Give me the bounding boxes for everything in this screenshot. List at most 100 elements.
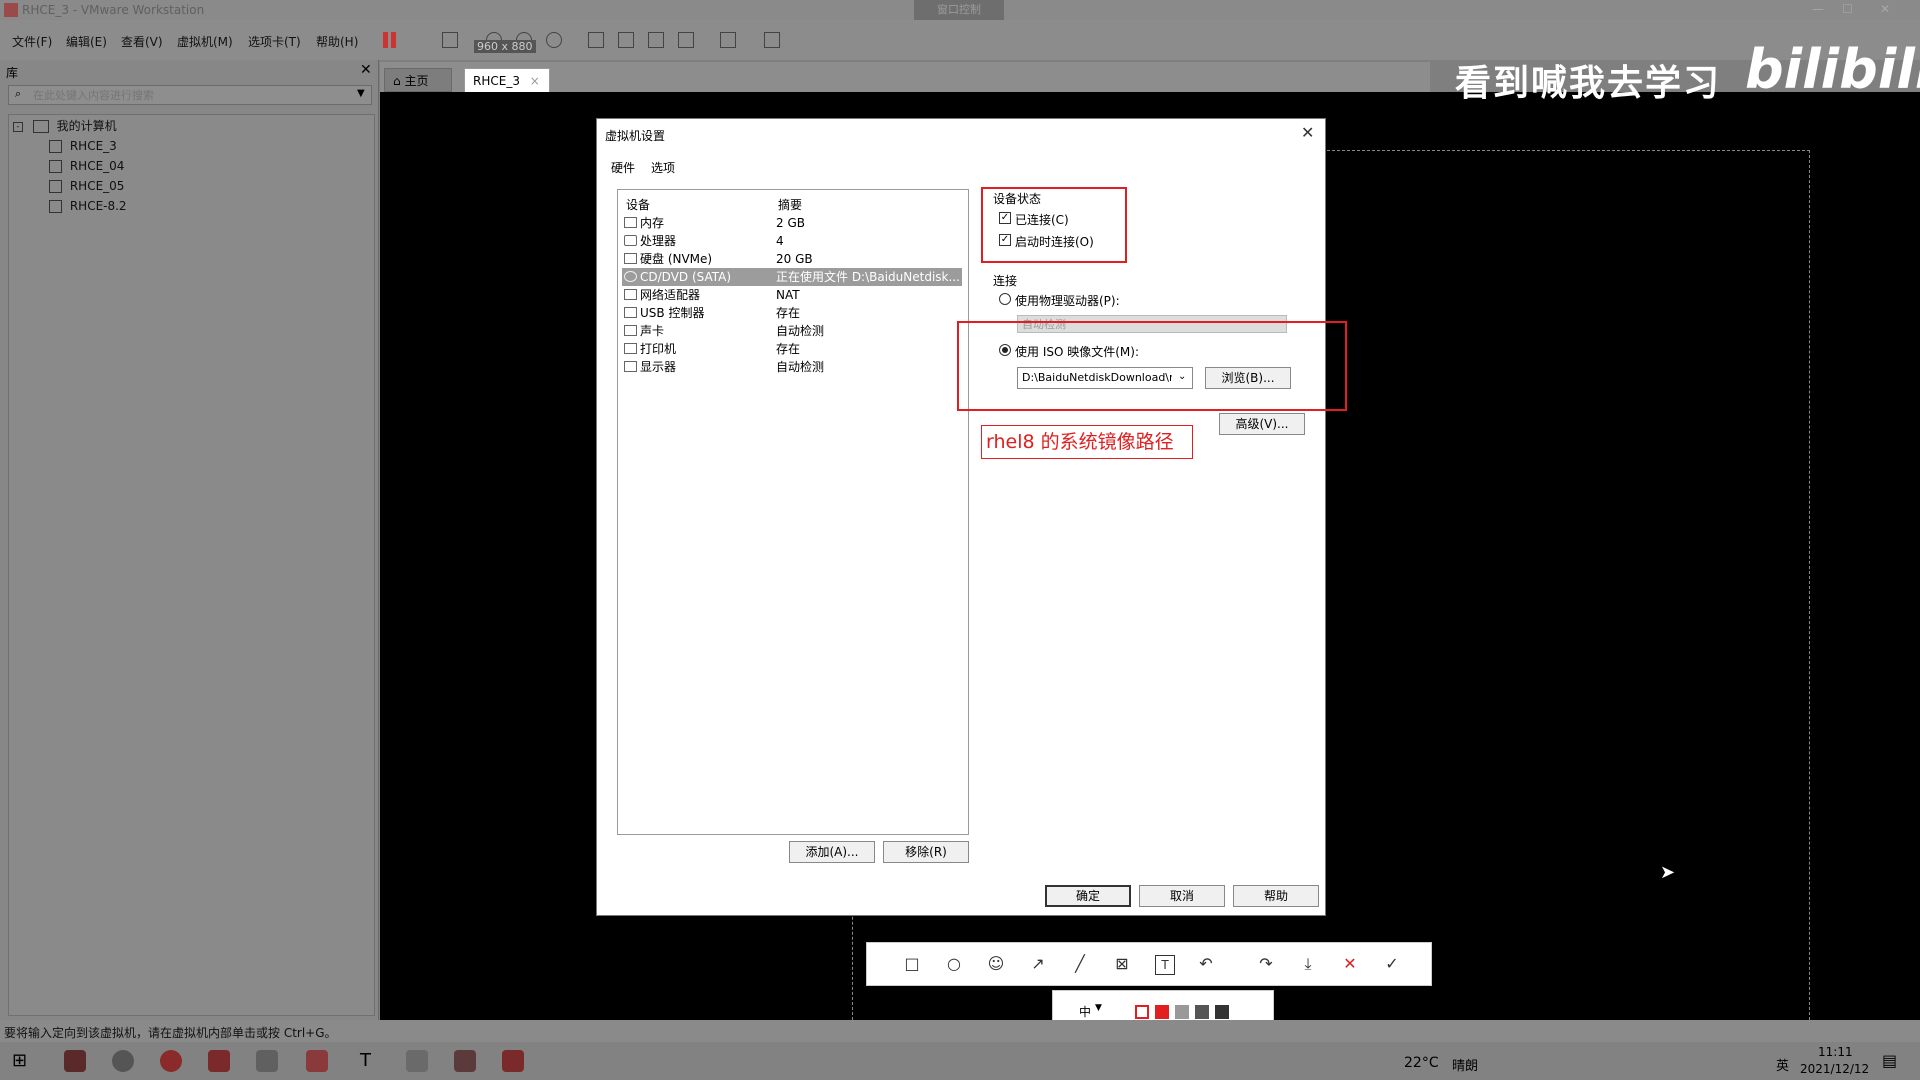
notification-icon[interactable]: ▤ bbox=[1882, 1051, 1897, 1070]
use-physical-radio[interactable] bbox=[999, 293, 1011, 305]
tab-hardware[interactable]: 硬件 bbox=[611, 159, 635, 176]
device-row-display[interactable]: 显示器 自动检测 bbox=[622, 358, 962, 376]
fullscreen-icon[interactable] bbox=[648, 32, 664, 48]
menu-tabs[interactable]: 选项卡(T) bbox=[248, 33, 301, 50]
device-row-disk[interactable]: 硬盘 (NVMe) 20 GB bbox=[622, 250, 962, 268]
color-swatch-selected[interactable] bbox=[1135, 1005, 1149, 1019]
taskbar-vmware-icon[interactable] bbox=[502, 1050, 524, 1072]
tab-home[interactable]: ⌂ 主页 bbox=[384, 68, 452, 92]
device-summary: 自动检测 bbox=[776, 324, 825, 338]
taskbar-temperature[interactable]: 22°C bbox=[1404, 1055, 1439, 1071]
arrow-tool-icon[interactable]: ↗ bbox=[1029, 955, 1047, 973]
close-window-icon[interactable]: ✕ bbox=[1880, 2, 1890, 16]
snapshot-manager-icon[interactable] bbox=[546, 32, 562, 48]
color-swatch-black[interactable] bbox=[1215, 1005, 1229, 1019]
stretch-view-icon[interactable] bbox=[764, 32, 780, 48]
color-swatch-darkgray[interactable] bbox=[1195, 1005, 1209, 1019]
device-row-sound[interactable]: 声卡 自动检测 bbox=[622, 322, 962, 340]
taskbar-chrome-icon[interactable] bbox=[160, 1050, 182, 1072]
menu-help[interactable]: 帮助(H) bbox=[316, 33, 358, 50]
chevron-down-icon[interactable]: ▼ bbox=[357, 88, 365, 99]
device-row-printer[interactable]: 打印机 存在 bbox=[622, 340, 962, 358]
device-row-memory[interactable]: 内存 2 GB bbox=[622, 214, 962, 232]
tree-item-label: RHCE-8.2 bbox=[69, 199, 127, 213]
confirm-capture-icon[interactable]: ✓ bbox=[1383, 955, 1401, 973]
add-button[interactable]: 添加(A)... bbox=[789, 841, 875, 863]
thumbnail-view-icon[interactable] bbox=[618, 32, 634, 48]
window-control-tab[interactable]: 窗口控制 bbox=[914, 0, 1004, 20]
home-icon: ⌂ bbox=[393, 74, 401, 88]
taskbar-date[interactable]: 2021/12/12 bbox=[1800, 1062, 1869, 1076]
menu-file[interactable]: 文件(F) bbox=[12, 33, 52, 50]
tree-item-label: RHCE_3 bbox=[69, 139, 117, 153]
taskbar-app-icon[interactable] bbox=[64, 1050, 86, 1072]
close-tab-icon[interactable]: × bbox=[530, 74, 540, 88]
menu-edit[interactable]: 编辑(E) bbox=[66, 33, 107, 50]
unity-icon[interactable] bbox=[678, 32, 694, 48]
taskbar-typora-icon[interactable]: T bbox=[360, 1050, 371, 1071]
tree-item-rhce82[interactable]: RHCE-8.2 bbox=[49, 197, 127, 215]
cancel-capture-icon[interactable]: ✕ bbox=[1341, 955, 1359, 973]
library-search[interactable]: ⌕ ▼ bbox=[8, 85, 372, 105]
taskbar-weather[interactable]: 晴朗 bbox=[1452, 1055, 1478, 1074]
menu-view[interactable]: 查看(V) bbox=[121, 33, 163, 50]
minimize-icon[interactable]: — bbox=[1812, 2, 1824, 16]
taskbar-time[interactable]: 11:11 bbox=[1818, 1045, 1853, 1059]
windows-start-icon[interactable]: ⊞ bbox=[12, 1050, 27, 1071]
close-dialog-icon[interactable]: ✕ bbox=[1301, 123, 1314, 142]
device-name: USB 控制器 bbox=[640, 306, 705, 320]
library-view-icon[interactable] bbox=[588, 32, 604, 48]
device-row-cdrom[interactable]: CD/DVD (SATA) 正在使用文件 D:\BaiduNetdisk... bbox=[622, 268, 962, 286]
color-swatch-red[interactable] bbox=[1155, 1005, 1169, 1019]
library-search-input[interactable] bbox=[31, 87, 355, 103]
device-row-usb[interactable]: USB 控制器 存在 bbox=[622, 304, 962, 322]
taskbar-browser-icon[interactable] bbox=[112, 1050, 134, 1072]
cd-icon bbox=[624, 271, 637, 282]
rectangle-tool-icon[interactable]: □ bbox=[903, 955, 921, 973]
device-row-cpu[interactable]: 处理器 4 bbox=[622, 232, 962, 250]
pause-icon[interactable] bbox=[383, 32, 388, 48]
collapse-icon[interactable]: - bbox=[13, 121, 23, 132]
taskbar-app-icon[interactable] bbox=[256, 1050, 278, 1072]
tree-item-rhce3[interactable]: RHCE_3 bbox=[49, 137, 117, 155]
mosaic-tool-icon[interactable]: ⊠ bbox=[1113, 955, 1131, 973]
taskbar-app-icon[interactable] bbox=[406, 1050, 428, 1072]
close-library-icon[interactable]: ✕ bbox=[360, 62, 372, 78]
device-name: 网络适配器 bbox=[640, 288, 701, 302]
share-icon[interactable]: ↷ bbox=[1257, 955, 1275, 973]
text-tool-icon[interactable]: T bbox=[1155, 955, 1175, 975]
color-swatch-gray[interactable] bbox=[1175, 1005, 1189, 1019]
tree-root[interactable]: - 我的计算机 bbox=[13, 117, 117, 135]
tree-item-rhce05[interactable]: RHCE_05 bbox=[49, 177, 124, 195]
maximize-icon[interactable]: ☐ bbox=[1842, 2, 1853, 16]
tab-vm-label: RHCE_3 bbox=[473, 74, 520, 88]
display-icon bbox=[624, 361, 637, 372]
console-icon[interactable] bbox=[720, 32, 736, 48]
remove-button[interactable]: 移除(R) bbox=[883, 841, 969, 863]
tab-options[interactable]: 选项 bbox=[651, 159, 675, 176]
undo-icon[interactable]: ↶ bbox=[1197, 955, 1215, 973]
font-size-select[interactable]: 中 bbox=[1079, 1003, 1091, 1020]
emoji-tool-icon[interactable]: ☺ bbox=[987, 955, 1005, 973]
taskbar-app-icon[interactable] bbox=[454, 1050, 476, 1072]
help-button[interactable]: 帮助 bbox=[1233, 885, 1319, 907]
tree-item-rhce04[interactable]: RHCE_04 bbox=[49, 157, 124, 175]
menu-vm[interactable]: 虚拟机(M) bbox=[177, 33, 233, 50]
tab-rhce3[interactable]: RHCE_3 × bbox=[464, 68, 550, 92]
library-panel: 库 ✕ ⌕ ▼ - 我的计算机 RHCE_3 RHCE_04 RHCE_05 R… bbox=[0, 60, 379, 1020]
memory-icon bbox=[624, 217, 637, 228]
pen-tool-icon[interactable]: ╱ bbox=[1071, 955, 1089, 973]
send-ctrl-alt-del-icon[interactable] bbox=[442, 32, 458, 48]
cancel-button[interactable]: 取消 bbox=[1139, 885, 1225, 907]
advanced-button[interactable]: 高级(V)... bbox=[1219, 413, 1305, 435]
ok-button[interactable]: 确定 bbox=[1045, 885, 1131, 907]
taskbar-app-icon[interactable] bbox=[208, 1050, 230, 1072]
taskbar-ime[interactable]: 英 bbox=[1776, 1055, 1789, 1074]
taskbar-app-icon[interactable] bbox=[306, 1050, 328, 1072]
annotation-text[interactable]: rhel8 的系统镜像路径 bbox=[981, 425, 1193, 459]
tree-item-label: RHCE_04 bbox=[69, 159, 125, 173]
device-row-network[interactable]: 网络适配器 NAT bbox=[622, 286, 962, 304]
save-icon[interactable]: ⤓ bbox=[1299, 955, 1317, 973]
ellipse-tool-icon[interactable]: ○ bbox=[945, 955, 963, 973]
chevron-down-icon[interactable]: ▼ bbox=[1095, 1003, 1102, 1013]
